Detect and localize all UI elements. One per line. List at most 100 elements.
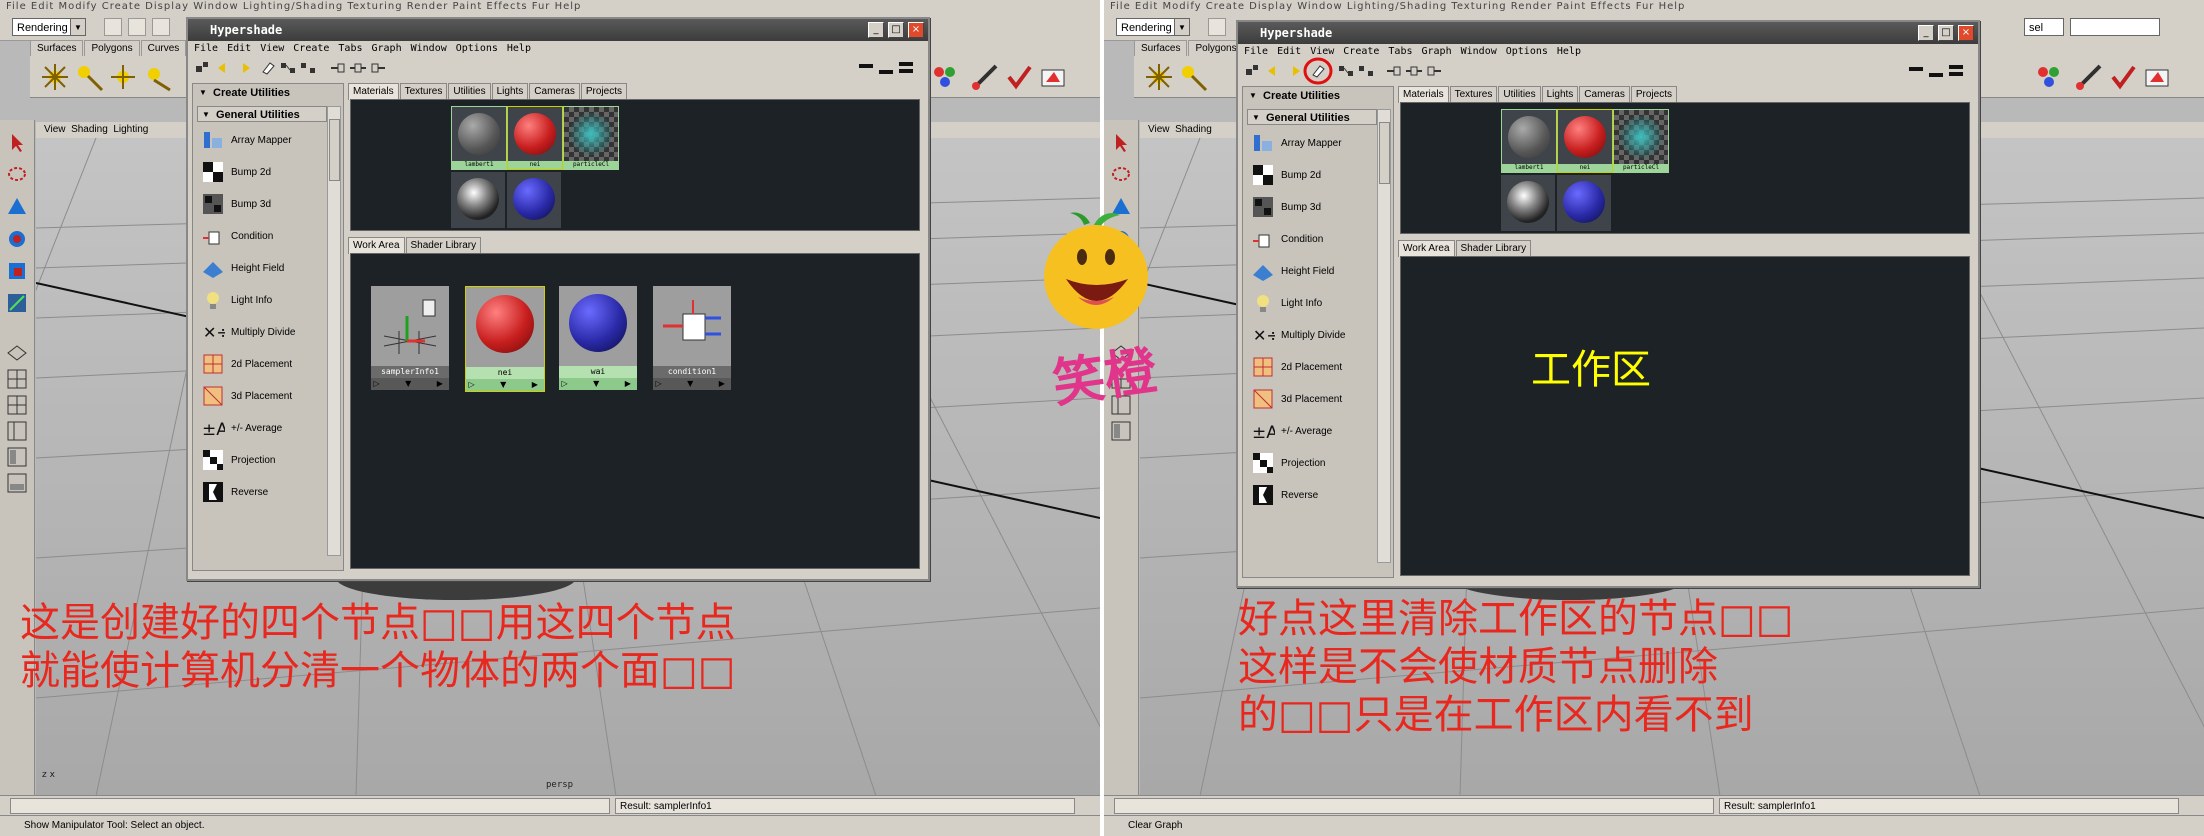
- util-array-mapper[interactable]: Array Mapper: [1251, 129, 1381, 159]
- output-connections-icon[interactable]: [370, 60, 386, 76]
- arrow-right-icon[interactable]: [236, 60, 252, 76]
- work-area[interactable]: samplerInfo1 ▷ ▼ ▶ nei ▷ ▼ ▶ wai ▷ ▼ ▶ c…: [350, 253, 920, 569]
- graph-network-icon[interactable]: [280, 60, 296, 76]
- util-bump2d[interactable]: Bump 2d: [201, 158, 331, 188]
- tab-textures[interactable]: Textures: [1449, 86, 1498, 103]
- app-menu-bar[interactable]: File Edit Modify Create Display Window L…: [0, 0, 1100, 14]
- util-multiply-divide[interactable]: ✕÷Multiply Divide: [1251, 321, 1381, 351]
- tab-textures[interactable]: Textures: [399, 83, 448, 100]
- util-projection[interactable]: Projection: [201, 446, 331, 476]
- point-light-icon[interactable]: [108, 62, 138, 92]
- menu-file[interactable]: File: [194, 43, 218, 54]
- material-swatch[interactable]: nei: [1557, 109, 1613, 173]
- util-plus-minus-average[interactable]: ±A+/- Average: [1251, 417, 1381, 447]
- material-swatch[interactable]: lambert1: [451, 106, 507, 170]
- manipulator-tool-icon[interactable]: [6, 292, 28, 314]
- arrow-left-icon[interactable]: [216, 60, 232, 76]
- view-top-icon[interactable]: [1908, 63, 1924, 79]
- layout-grid-icon[interactable]: [6, 394, 28, 416]
- lighting-menu[interactable]: Lighting: [113, 124, 148, 135]
- command-input[interactable]: [10, 798, 610, 814]
- menu-edit[interactable]: Edit: [227, 43, 251, 54]
- view-menu[interactable]: View: [44, 124, 66, 135]
- quick-select-input[interactable]: [2070, 18, 2160, 36]
- tab-work-area[interactable]: Work Area: [1398, 240, 1455, 257]
- util-multiply-divide[interactable]: ✕÷Multiply Divide: [201, 318, 331, 348]
- paint-icon[interactable]: [970, 62, 1000, 92]
- command-input[interactable]: [1114, 798, 1714, 814]
- io-connections-icon[interactable]: [1406, 63, 1422, 79]
- swatch-area[interactable]: lambert1 nei particleCl: [350, 99, 920, 231]
- menu-file[interactable]: File: [1244, 46, 1268, 57]
- tab-projects[interactable]: Projects: [1630, 86, 1677, 103]
- material-swatch[interactable]: [1501, 175, 1555, 231]
- move-tool-icon[interactable]: [6, 196, 28, 218]
- util-plus-minus-average[interactable]: ±A+/- Average: [201, 414, 331, 444]
- new-scene-icon[interactable]: [104, 18, 122, 36]
- tab-materials[interactable]: Materials: [1398, 86, 1449, 103]
- check-icon[interactable]: [1004, 62, 1034, 92]
- shelf-tab[interactable]: Curves: [140, 40, 187, 56]
- menu-options[interactable]: Options: [1506, 46, 1548, 57]
- util-projection[interactable]: Projection: [1251, 449, 1381, 479]
- view-menu[interactable]: View: [1148, 124, 1170, 135]
- menu-help[interactable]: Help: [1557, 46, 1581, 57]
- util-array-mapper[interactable]: Array Mapper: [201, 126, 331, 156]
- new-scene-icon[interactable]: [1208, 18, 1226, 36]
- util-3d-placement[interactable]: 3d Placement: [201, 382, 331, 412]
- menu-tabs[interactable]: Tabs: [338, 43, 362, 54]
- util-reverse[interactable]: Reverse: [201, 478, 331, 508]
- node-condition[interactable]: condition1 ▷ ▼ ▶: [653, 286, 731, 390]
- rotate-tool-icon[interactable]: [6, 228, 28, 250]
- clear-graph-icon[interactable]: [260, 60, 276, 76]
- scale-tool-icon[interactable]: [6, 260, 28, 282]
- node-ports[interactable]: ▷ ▼ ▶: [371, 378, 449, 390]
- material-swatch[interactable]: [451, 172, 505, 228]
- view-bottom-icon[interactable]: [878, 60, 894, 76]
- menu-window[interactable]: Window: [1461, 46, 1497, 57]
- node-wai[interactable]: wai ▷ ▼ ▶: [559, 286, 637, 390]
- node-ports[interactable]: ▷ ▼ ▶: [559, 378, 637, 390]
- material-swatch[interactable]: [1557, 175, 1611, 231]
- tab-shader-library[interactable]: Shader Library: [1455, 240, 1532, 257]
- material-swatch[interactable]: particleCl: [1613, 109, 1669, 173]
- tab-lights[interactable]: Lights: [1541, 86, 1579, 103]
- shading-menu[interactable]: Shading: [71, 124, 108, 135]
- tab-projects[interactable]: Projects: [580, 83, 627, 100]
- layout-outliner-icon[interactable]: [6, 446, 28, 468]
- util-3d-placement[interactable]: 3d Placement: [1251, 385, 1381, 415]
- util-condition[interactable]: Condition: [1251, 225, 1381, 255]
- tab-materials[interactable]: Materials: [348, 83, 399, 100]
- arrow-right-icon[interactable]: [1286, 63, 1302, 79]
- menu-view[interactable]: View: [260, 43, 284, 54]
- swatch-area[interactable]: lambert1 nei particleCl: [1400, 102, 1970, 234]
- layout-four-icon[interactable]: [6, 368, 28, 390]
- tab-utilities[interactable]: Utilities: [1498, 86, 1541, 103]
- layout-hypershade-icon[interactable]: [6, 472, 28, 494]
- util-light-info[interactable]: Light Info: [1251, 289, 1381, 319]
- general-utilities-header[interactable]: General Utilities: [197, 106, 327, 123]
- node-ports[interactable]: ▷ ▼ ▶: [466, 379, 544, 391]
- tab-lights[interactable]: Lights: [491, 83, 529, 100]
- minimize-button[interactable]: _: [868, 22, 884, 38]
- check-icon[interactable]: [2108, 62, 2138, 92]
- layout-side-icon[interactable]: [6, 420, 28, 442]
- shading-menu[interactable]: Shading: [1175, 124, 1212, 135]
- menu-create[interactable]: Create: [293, 43, 329, 54]
- menu-graph[interactable]: Graph: [1422, 46, 1452, 57]
- material-swatch[interactable]: [507, 172, 561, 228]
- node-ports[interactable]: ▷ ▼ ▶: [653, 378, 731, 390]
- render-icon[interactable]: [2034, 62, 2064, 92]
- menu-graph[interactable]: Graph: [372, 43, 402, 54]
- area-light-icon[interactable]: [142, 62, 172, 92]
- arrow-left-icon[interactable]: [1266, 63, 1282, 79]
- save-scene-icon[interactable]: [152, 18, 170, 36]
- select-tool-icon[interactable]: [6, 132, 28, 154]
- input-connections-icon[interactable]: [1386, 63, 1402, 79]
- graph-upstream-icon[interactable]: [1358, 63, 1374, 79]
- util-light-info[interactable]: Light Info: [201, 286, 331, 316]
- graph-upstream-icon[interactable]: [300, 60, 316, 76]
- tab-utilities[interactable]: Utilities: [448, 83, 491, 100]
- minimize-button[interactable]: _: [1918, 25, 1934, 41]
- tab-cameras[interactable]: Cameras: [1579, 86, 1630, 103]
